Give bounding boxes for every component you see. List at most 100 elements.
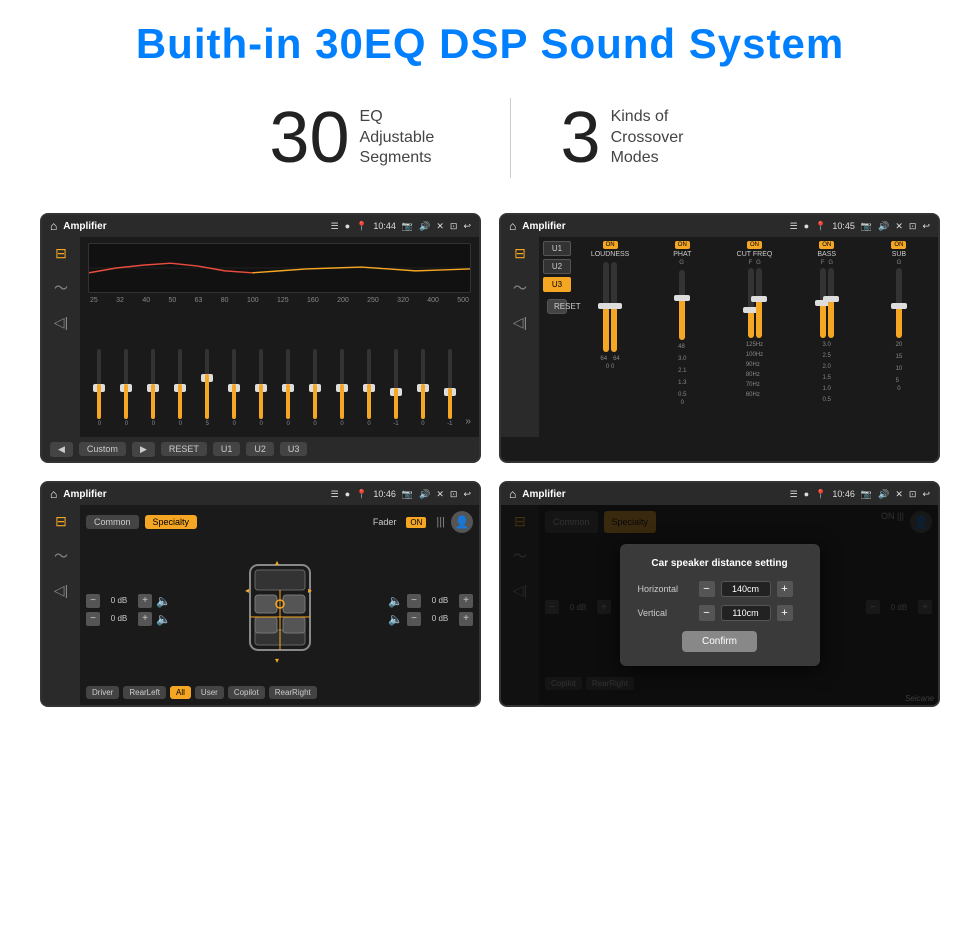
cutfreq-slider-f[interactable] — [748, 268, 754, 338]
slider-4[interactable]: 0 — [169, 349, 192, 427]
db-minus-bl[interactable]: − — [86, 612, 100, 626]
db-plus-tl[interactable]: + — [138, 594, 152, 608]
confirm-button[interactable]: Confirm — [682, 631, 757, 652]
horizontal-plus-btn[interactable]: + — [777, 581, 793, 597]
db-minus-br[interactable]: − — [407, 612, 421, 626]
screen3-menu-icon[interactable]: ☰ — [331, 489, 339, 500]
sub-on[interactable]: ON — [891, 241, 906, 249]
screen4-home-icon[interactable]: ⌂ — [509, 487, 516, 501]
scroll-right-icon[interactable]: » — [465, 416, 471, 427]
screen3-wave-icon[interactable]: 〜 — [54, 546, 68, 566]
vertical-input[interactable] — [721, 605, 771, 621]
screen3-eq-icon[interactable]: ⊟ — [55, 513, 67, 530]
bass-slider-g[interactable] — [828, 268, 834, 338]
cutfreq-slider-g[interactable] — [756, 268, 762, 338]
screen4-back-icon[interactable]: ↩ — [922, 489, 930, 500]
horizontal-input[interactable] — [721, 581, 771, 597]
wave-icon[interactable]: 〜 — [54, 278, 68, 298]
slider-10[interactable]: 0 — [331, 349, 354, 427]
screen2-volume-icon[interactable]: 🔊 — [878, 221, 889, 232]
slider-6[interactable]: 0 — [223, 349, 246, 427]
prev-button[interactable]: ◀ — [50, 442, 73, 457]
u1-channel-btn[interactable]: U1 — [543, 241, 571, 256]
slider-3[interactable]: 0 — [142, 349, 165, 427]
u1-button[interactable]: U1 — [213, 442, 241, 456]
screen2-wave-icon[interactable]: 〜 — [513, 278, 527, 298]
screen2-reset-btn[interactable]: RESET — [547, 299, 567, 314]
screen4-window-icon[interactable]: ⊡ — [909, 489, 917, 500]
screen2-window-icon[interactable]: ⊡ — [909, 221, 917, 232]
slider-13[interactable]: 0 — [411, 349, 434, 427]
specialty-tab[interactable]: Specialty — [145, 515, 198, 529]
slider-2[interactable]: 0 — [115, 349, 138, 427]
slider-5[interactable]: 5 — [196, 349, 219, 427]
screen4-volume-icon[interactable]: 🔊 — [878, 489, 889, 500]
common-tab[interactable]: Common — [86, 515, 139, 529]
phat-on[interactable]: ON — [675, 241, 690, 249]
db-plus-br[interactable]: + — [459, 612, 473, 626]
db-minus-tr[interactable]: − — [407, 594, 421, 608]
slider-11[interactable]: 0 — [358, 349, 381, 427]
loudness-on[interactable]: ON — [603, 241, 618, 249]
sub-slider[interactable] — [896, 268, 902, 338]
dialog-horizontal-row: Horizontal − + — [638, 581, 802, 597]
screen3-sidebar: ⊟ 〜 ◁| — [42, 505, 80, 705]
screen1-menu-icon[interactable]: ☰ — [331, 221, 339, 232]
fader-sliders-icon[interactable]: ||| — [436, 516, 445, 528]
driver-btn[interactable]: Driver — [86, 686, 119, 699]
screen4-x-icon[interactable]: ✕ — [895, 489, 903, 500]
slider-14[interactable]: -1 — [438, 349, 461, 427]
screen2-x-icon[interactable]: ✕ — [895, 221, 903, 232]
slider-7[interactable]: 0 — [250, 349, 273, 427]
screen3-window-icon[interactable]: ⊡ — [450, 489, 458, 500]
rearright-btn[interactable]: RearRight — [269, 686, 317, 699]
copilot-btn[interactable]: Copilot — [228, 686, 265, 699]
phat-slider[interactable] — [679, 270, 685, 340]
screen3-speaker-icon[interactable]: ◁| — [54, 582, 68, 599]
reset-button[interactable]: RESET — [161, 442, 207, 456]
vertical-minus-btn[interactable]: − — [699, 605, 715, 621]
profile-icon[interactable]: 👤 — [451, 511, 473, 533]
all-btn[interactable]: All — [170, 686, 191, 699]
u3-button[interactable]: U3 — [280, 442, 308, 456]
slider-12[interactable]: -1 — [384, 349, 407, 427]
screen1-volume-icon[interactable]: 🔊 — [419, 221, 430, 232]
loudness-slider-r[interactable] — [611, 262, 617, 352]
screen2-eq-icon[interactable]: ⊟ — [514, 245, 526, 262]
play-button[interactable]: ▶ — [132, 442, 155, 457]
screen3-x-icon[interactable]: ✕ — [436, 489, 444, 500]
slider-9[interactable]: 0 — [304, 349, 327, 427]
speaker-left-icon[interactable]: ◁| — [54, 314, 68, 331]
bass-on[interactable]: ON — [819, 241, 834, 249]
u3-channel-btn[interactable]: U3 — [543, 277, 571, 292]
slider-1[interactable]: 0 — [88, 349, 111, 427]
screen1-x-icon[interactable]: ✕ — [436, 221, 444, 232]
screen2-back-icon[interactable]: ↩ — [922, 221, 930, 232]
vertical-plus-btn[interactable]: + — [777, 605, 793, 621]
screen1-home-icon[interactable]: ⌂ — [50, 219, 57, 233]
db-plus-bl[interactable]: + — [138, 612, 152, 626]
db-minus-tl[interactable]: − — [86, 594, 100, 608]
screen3-home-icon[interactable]: ⌂ — [50, 487, 57, 501]
u2-channel-btn[interactable]: U2 — [543, 259, 571, 274]
bass-slider-f[interactable] — [820, 268, 826, 338]
screen4-menu-icon[interactable]: ☰ — [790, 489, 798, 500]
screen1-window-icon[interactable]: ⊡ — [450, 221, 458, 232]
user-btn[interactable]: User — [195, 686, 224, 699]
u2-button[interactable]: U2 — [246, 442, 274, 456]
db-plus-tr[interactable]: + — [459, 594, 473, 608]
custom-button[interactable]: Custom — [79, 442, 126, 456]
screen1-back-icon[interactable]: ↩ — [463, 221, 471, 232]
screen2-menu-icon[interactable]: ☰ — [790, 221, 798, 232]
screen3-back-icon[interactable]: ↩ — [463, 489, 471, 500]
horizontal-minus-btn[interactable]: − — [699, 581, 715, 597]
screen1: ⌂ Amplifier ☰ ● 📍 10:44 📷 🔊 ✕ ⊡ ↩ ⊟ 〜 ◁| — [40, 213, 481, 463]
slider-8[interactable]: 0 — [277, 349, 300, 427]
screen3-volume-icon[interactable]: 🔊 — [419, 489, 430, 500]
cutfreq-on[interactable]: ON — [747, 241, 762, 249]
band-columns: ON LOUDNESS — [575, 241, 934, 433]
screen2-home-icon[interactable]: ⌂ — [509, 219, 516, 233]
rearleft-btn[interactable]: RearLeft — [123, 686, 166, 699]
screen2-speaker-icon[interactable]: ◁| — [513, 314, 527, 331]
eq-icon[interactable]: ⊟ — [55, 245, 67, 262]
